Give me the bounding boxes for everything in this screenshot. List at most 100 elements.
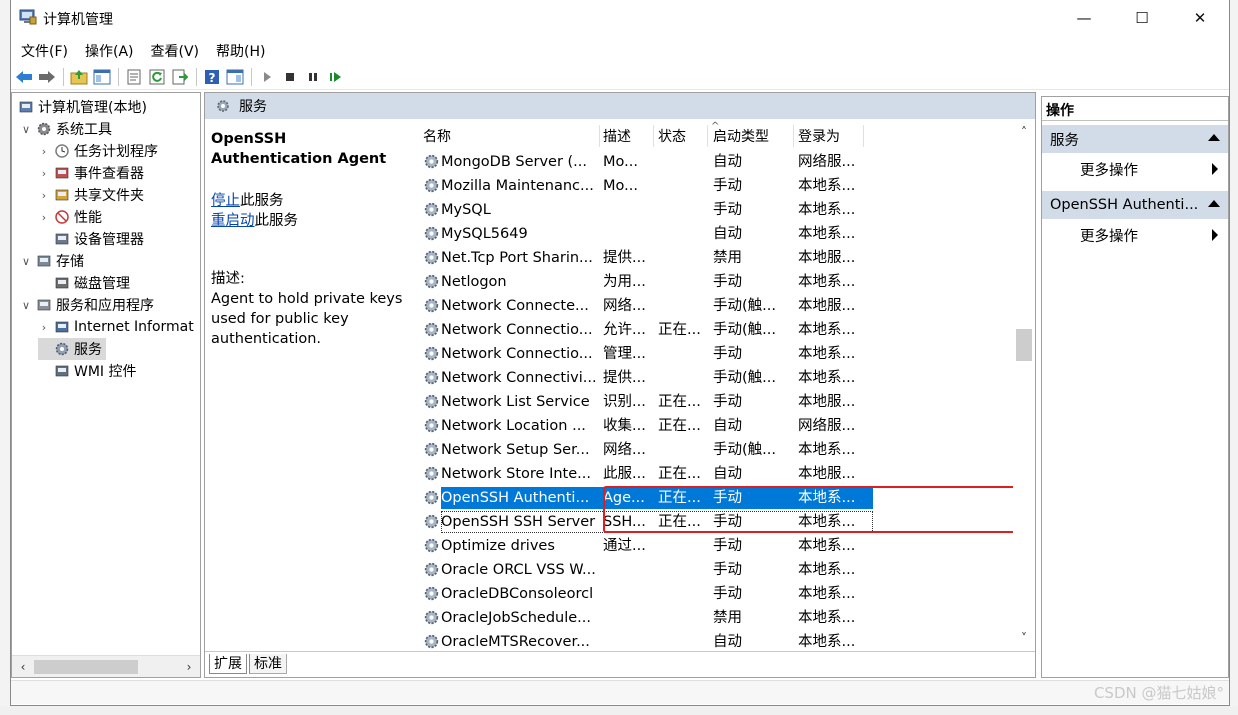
expand-caret-icon[interactable]: ∨ [20,255,32,268]
service-status: 正在... [658,418,701,434]
show-action-pane-icon[interactable] [224,66,246,88]
service-gear-icon [424,226,439,241]
forward-arrow-icon[interactable] [36,66,58,88]
service-description: 为用... [603,274,646,290]
expand-caret-icon[interactable]: › [38,189,50,202]
service-row[interactable]: MongoDB Server (... Mo... 自动 网络服... [421,150,861,174]
tree-item[interactable]: 磁盘管理 [38,272,130,294]
storage-icon [37,255,51,267]
tree-item[interactable]: › 共享文件夹 [38,184,144,206]
tree-item[interactable]: WMI 控件 [38,360,137,382]
column-header-startup-type[interactable]: 启动类型 [713,125,769,147]
service-row[interactable]: Network Setup Ser... 网络... 手动(触... 本地系... [421,438,861,462]
tree-item[interactable]: › 任务计划程序 [38,140,158,162]
expand-caret-icon[interactable]: › [38,321,50,334]
actions-section-services[interactable]: 服务 [1042,125,1228,153]
menu-view[interactable]: 查看(V) [143,38,208,62]
menu-file[interactable]: 文件(F) [13,38,76,62]
service-row[interactable]: Oracle ORCL VSS W... 手动 本地系... [421,558,861,582]
tree-item[interactable]: › 性能 [38,206,102,228]
expand-caret-icon[interactable]: › [38,145,50,158]
column-divider[interactable] [599,125,600,147]
scroll-left-arrow-icon[interactable]: ‹ [14,658,32,676]
actions-section-service-label: OpenSSH Authenti... [1050,197,1199,213]
restart-service-icon[interactable] [325,66,347,88]
service-row[interactable]: Network Location ... 收集... 正在... 自动 网络服... [421,414,861,438]
service-row[interactable]: Network Connectio... 管理... 手动 本地系... [421,342,861,366]
more-actions-services[interactable]: 更多操作 [1042,155,1228,183]
service-row[interactable]: Network Store Inte... 此服... 正在... 自动 本地服... [421,462,861,486]
expand-caret-icon[interactable]: ∨ [20,123,32,136]
export-list-icon[interactable] [169,66,191,88]
service-row[interactable]: Network Connectivi... 提供... 手动(触... 本地系... [421,366,861,390]
service-row[interactable]: Net.Tcp Port Sharin... 提供... 禁用 本地服... [421,246,861,270]
show-console-tree-icon[interactable] [91,66,113,88]
screen: 计算机管理 — ☐ ✕ 文件(F) 操作(A) 查看(V) 帮助(H) ? WM… [0,0,1238,715]
tab-extended[interactable]: 扩展 [209,654,247,674]
maximize-button[interactable]: ☐ [1113,0,1171,36]
tree-item[interactable]: › 事件查看器 [38,162,144,184]
column-header-description[interactable]: 描述 [603,125,631,147]
column-divider[interactable] [863,125,864,147]
service-row[interactable]: Network List Service 识别... 正在... 手动 本地服... [421,390,861,414]
scroll-thumb[interactable] [34,660,138,674]
column-header-log-on-as[interactable]: 登录为 [798,125,840,147]
pause-service-icon[interactable] [302,66,324,88]
menu-help[interactable]: 帮助(H) [208,38,273,62]
scroll-up-arrow-icon[interactable]: ˄ [1015,123,1033,141]
service-gear-icon [424,322,439,337]
column-header-name[interactable]: 名称 [423,125,451,147]
minimize-button[interactable]: — [1055,0,1113,36]
menu-action[interactable]: 操作(A) [77,38,142,62]
restart-service-link[interactable]: 重启动 [211,213,255,229]
service-row[interactable]: OracleJobSchedule... 禁用 本地系... [421,606,861,630]
tree-item[interactable]: ∨ 系统工具 [20,118,112,140]
column-divider[interactable] [793,125,794,147]
close-button[interactable]: ✕ [1171,0,1229,36]
service-row[interactable]: OracleDBConsoleorcl 手动 本地系... [421,582,861,606]
tree-item[interactable]: ∨ 存储 [20,250,84,272]
tree-item[interactable]: 服务 [38,338,106,360]
submenu-arrow-icon [1212,229,1218,241]
service-startup-type: 手动 [713,586,742,602]
service-row[interactable]: Mozilla Maintenanc... Mo... 手动 本地系... [421,174,861,198]
stop-service-icon[interactable] [279,66,301,88]
tree-item[interactable]: 设备管理器 [38,228,144,250]
service-row[interactable]: Netlogon 为用... 手动 本地系... [421,270,861,294]
service-row[interactable]: Network Connecte... 网络... 手动(触... 本地服... [421,294,861,318]
tree-item[interactable]: ∨ 服务和应用程序 [20,294,154,316]
service-row[interactable]: Network Connectio... 允许... 正在... 手动(触... 本地系… [421,318,861,342]
scroll-right-arrow-icon[interactable]: › [180,658,198,676]
expand-caret-icon[interactable]: › [38,211,50,224]
actions-section-selected-service[interactable]: OpenSSH Authenti... [1042,191,1228,219]
service-row[interactable]: MySQL 手动 本地系... [421,198,861,222]
service-startup-type: 手动(触... [713,322,776,338]
column-divider[interactable] [707,125,708,147]
up-folder-icon[interactable] [68,66,90,88]
tab-standard[interactable]: 标准 [249,654,287,674]
scroll-thumb[interactable] [1016,329,1032,361]
stop-service-link[interactable]: 停止 [211,193,240,209]
tree-item[interactable]: 计算机管理(本地) [14,96,147,118]
tree-item[interactable]: › Internet Informat [38,316,194,338]
services-vertical-scrollbar[interactable]: ˄ ˅ [1013,121,1035,651]
help-icon[interactable]: ? [201,66,223,88]
background-bottom-strip [0,706,1238,715]
service-row[interactable]: Optimize drives 通过... 手动 本地系... [421,534,861,558]
refresh-icon[interactable] [146,66,168,88]
title-bar[interactable]: 计算机管理 — ☐ ✕ [11,0,1229,36]
service-log-on-as: 本地系... [798,442,856,458]
column-divider[interactable] [653,125,654,147]
collapse-triangle-icon[interactable] [1208,200,1220,207]
more-actions-selected-service[interactable]: 更多操作 [1042,221,1228,249]
expand-caret-icon[interactable]: › [38,167,50,180]
column-header-status[interactable]: 状态 [658,125,686,147]
back-arrow-icon[interactable] [13,66,35,88]
properties-icon[interactable] [123,66,145,88]
tree-horizontal-scrollbar[interactable]: ‹ › [12,655,200,677]
expand-caret-icon[interactable]: ∨ [20,299,32,312]
service-row[interactable]: MySQL5649 自动 本地系... [421,222,861,246]
collapse-triangle-icon[interactable] [1208,134,1220,141]
start-service-icon[interactable] [256,66,278,88]
scroll-down-arrow-icon[interactable]: ˅ [1015,629,1033,647]
